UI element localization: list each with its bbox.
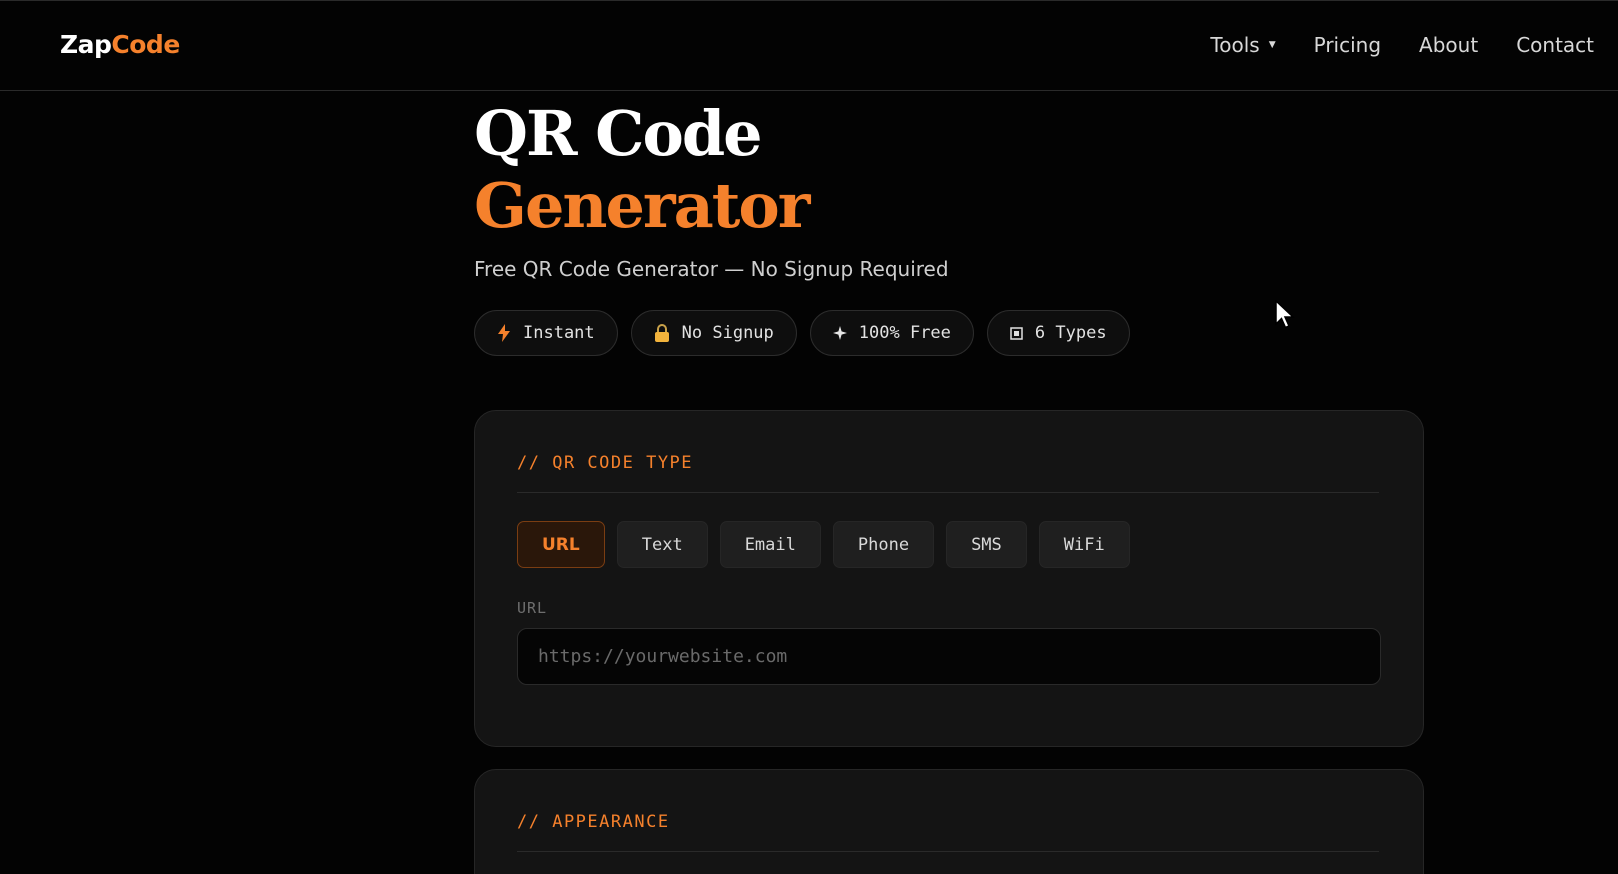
tab-phone[interactable]: Phone [832,521,935,568]
title-line-2: Generator [474,169,810,242]
page: ZapCode Tools ▼ Pricing About Contact QR… [0,0,1618,874]
url-field-label: URL [517,599,548,617]
square-icon [1010,326,1023,340]
top-navigation-bar: ZapCode Tools ▼ Pricing About Contact [0,0,1618,91]
page-title: QR Code Generator [474,97,810,242]
badge-no-signup: No Signup [630,310,797,356]
tab-email[interactable]: Email [719,521,821,568]
section-divider [517,851,1379,852]
qr-type-section-label: // QR CODE TYPE [517,453,694,473]
badge-types: 6 Types [986,310,1130,356]
badge-label: No Signup [681,323,774,343]
caret-down-icon: ▼ [1268,40,1276,50]
appearance-section-label: // APPEARANCE [517,812,670,832]
badge-label: 6 Types [1034,323,1107,343]
nav-contact-link[interactable]: Contact [1516,33,1594,57]
nav-pricing-link[interactable]: Pricing [1314,33,1381,57]
nav-tools-label: Tools [1210,33,1260,57]
tab-sms[interactable]: SMS [946,521,1027,568]
badge-free: 100% Free [809,310,974,356]
section-divider [517,492,1379,493]
nav-tools-dropdown[interactable]: Tools ▼ [1210,33,1275,57]
title-line-1: QR Code [474,97,763,170]
lock-icon [654,324,670,342]
qr-type-card: // QR CODE TYPE URL Text Email Phone SMS… [474,410,1424,747]
sparkle-icon [832,326,847,340]
badge-instant: Instant [474,310,618,356]
feature-badges: Instant No Signup 100% Free 6 Types [474,310,1143,356]
zapcode-logo[interactable]: ZapCode [60,30,180,59]
mouse-pointer-icon [1275,300,1295,329]
page-subtitle: Free QR Code Generator — No Signup Requi… [474,257,949,281]
main-nav: Tools ▼ Pricing About Contact [1210,33,1594,57]
logo-text-primary: Zap [60,30,112,59]
tab-url[interactable]: URL [517,521,605,568]
badge-label: 100% Free [858,323,951,343]
tab-wifi[interactable]: WiFi [1038,521,1130,568]
badge-label: Instant [523,323,595,343]
url-input[interactable] [517,628,1381,685]
tab-text[interactable]: Text [616,521,708,568]
logo-text-accent: Code [111,30,180,59]
appearance-card: // APPEARANCE [474,769,1424,874]
lightning-icon [497,324,511,342]
nav-about-link[interactable]: About [1419,33,1478,57]
qr-type-tabs: URL Text Email Phone SMS WiFi [517,521,1142,568]
